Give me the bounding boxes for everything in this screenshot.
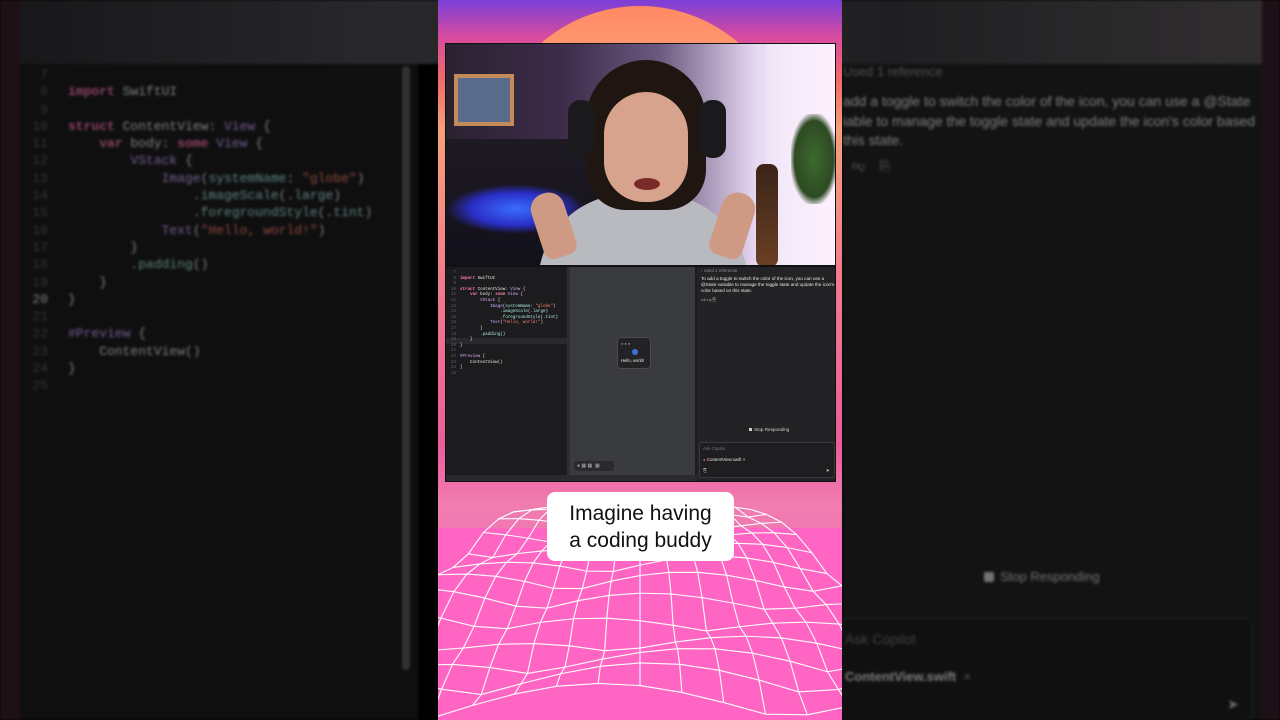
line-number: 20 [32, 291, 48, 307]
mini-canvas-toolbar: ● ▦ ▦ ▦ [574, 461, 614, 471]
code-line: 23 ContentView() [24, 343, 372, 360]
mini-preview-text: Hello, world! [621, 358, 645, 363]
thumbs-up-icon: 👍︎ [701, 297, 706, 302]
mini-code-lines: 7 8 import SwiftUI 9 10 struct ContentView: V… [448, 271, 558, 377]
background-scrollbar [402, 66, 410, 670]
line-number: 19 [32, 274, 48, 290]
background-ask-input: Ask Copilot ContentView.swift × ➤ [842, 618, 1252, 720]
code-line: 11 var body: some View { [24, 135, 372, 152]
close-icon: × [742, 457, 746, 462]
line-number: 25 [32, 378, 48, 394]
line-number: 7 [40, 67, 48, 82]
mini-stop-label: Stop Responding [754, 427, 790, 432]
background-reference-label: Used 1 reference [843, 64, 943, 79]
line-number: 22 [32, 326, 48, 342]
mini-ask-input: Ask Copilot ● ContentView.swift × ⎘ ➤ [699, 442, 835, 478]
background-code-lines: 7 8 import SwiftUI 9 10 struct ContentView: V… [24, 66, 372, 395]
code-line: 17 } [24, 239, 372, 256]
mini-reference-label: › Used 1 reference [701, 268, 738, 273]
line-number: 13 [32, 170, 48, 186]
mini-preview-card: ●●● Hello, world! [617, 337, 651, 369]
mini-file-chip-label: ContentView.swift [706, 457, 742, 462]
code-line: 14 .imageScale(.large) [24, 187, 372, 204]
background-stop-label: Stop Responding [1000, 569, 1100, 584]
code-line: 7 [24, 66, 372, 83]
globe-icon [632, 349, 638, 355]
line-number: 10 [32, 118, 48, 134]
mini-code-line: 25 [448, 372, 558, 378]
send-icon: ➤ [825, 468, 830, 474]
code-line: 9 [24, 101, 372, 118]
thumbs-down-icon: 👎︎ [706, 297, 712, 302]
code-line: 24} [24, 360, 372, 377]
line-number: 23 [32, 343, 48, 359]
webcam-plant [791, 114, 835, 204]
mini-status-bar [446, 475, 697, 481]
mini-reference-text: Used 1 reference [703, 268, 738, 273]
background-file-chip: ContentView.swift × [845, 669, 971, 684]
background-ask-placeholder: Ask Copilot [845, 631, 916, 647]
line-number: 14 [32, 188, 48, 204]
mini-feedback-icons: 👍︎ 👎︎ ⎘ [701, 297, 716, 303]
copy-icon: ⎘ [712, 297, 717, 302]
code-line: 12 VStack { [24, 152, 372, 169]
background-feedback-icons: 👎︎ ⎘ [852, 158, 890, 174]
mini-ask-placeholder: Ask Copilot [703, 446, 726, 451]
line-number: 8 [40, 84, 48, 100]
line-number: 16 [32, 222, 48, 238]
line-number: 21 [32, 309, 48, 325]
line-number: 11 [32, 136, 48, 152]
paperclip-icon: ⎘ [703, 468, 708, 474]
webcam-hand-right [706, 188, 760, 262]
line-number: 18 [32, 257, 48, 273]
line-number: 9 [40, 101, 48, 117]
background-stop-responding: Stop Responding [984, 569, 1100, 584]
headphone-left [568, 100, 594, 158]
close-icon: × [963, 669, 972, 684]
code-line: 10 struct ContentView: View { [24, 118, 372, 135]
thumbs-down-icon: 👎︎ [852, 158, 866, 173]
webcam-person-mouth [634, 178, 660, 190]
background-right-edge [1262, 0, 1280, 720]
code-line: 16 Text("Hello, world!") [24, 222, 372, 239]
background-file-chip-label: ContentView.swift [845, 669, 957, 684]
caption-text: Imagine having a coding buddy [569, 501, 712, 552]
webcam-picture-frame [454, 74, 514, 126]
code-line: 13 Image(systemName: "globe") [24, 170, 372, 187]
stop-icon [749, 428, 752, 431]
code-line: 22 #Preview { [24, 325, 372, 342]
mini-xcode-window: 7 8 import SwiftUI 9 10 struct ContentView: V… [445, 266, 836, 482]
stop-icon [984, 572, 994, 582]
send-icon: ➤ [1227, 696, 1239, 712]
code-line: 8 import SwiftUI [24, 83, 372, 100]
copy-icon: ⎘ [879, 158, 891, 173]
mini-copilot-answer: To add a toggle to switch the color of t… [701, 276, 835, 294]
background-left-rail [0, 0, 20, 720]
line-number: 15 [32, 205, 48, 221]
mini-preview-dots: ●●● [621, 341, 632, 346]
code-line: 18 .padding() [24, 256, 372, 273]
code-line: 25 [24, 377, 372, 394]
mini-copilot-panel: › Used 1 reference To add a toggle to sw… [697, 267, 835, 481]
mini-preview-canvas: ●●● Hello, world! ● ▦ ▦ ▦ [570, 267, 695, 475]
webcam-guitar [756, 164, 778, 265]
line-number: 24 [32, 361, 48, 377]
mini-line-number: 25 [450, 371, 456, 376]
code-line: 21 [24, 308, 372, 325]
code-line: 19 } [24, 274, 372, 291]
background-copilot-answer: add a toggle to switch the color of the … [843, 92, 1258, 151]
headphone-right [700, 100, 726, 158]
code-line: 15 .foregroundStyle(.tint) [24, 204, 372, 221]
caption-box: Imagine having a coding buddy [547, 492, 734, 561]
background-answer-text: add a toggle to switch the color of the … [843, 93, 1256, 148]
mini-stop-responding: Stop Responding [749, 427, 789, 432]
mini-file-chip: ● ContentView.swift × [703, 457, 746, 462]
webcam-feed [445, 43, 836, 266]
line-number: 17 [32, 239, 48, 255]
mini-code-editor: 7 8 import SwiftUI 9 10 struct ContentView: V… [446, 267, 568, 475]
line-number: 12 [32, 153, 48, 169]
code-line: 20} [24, 291, 372, 308]
